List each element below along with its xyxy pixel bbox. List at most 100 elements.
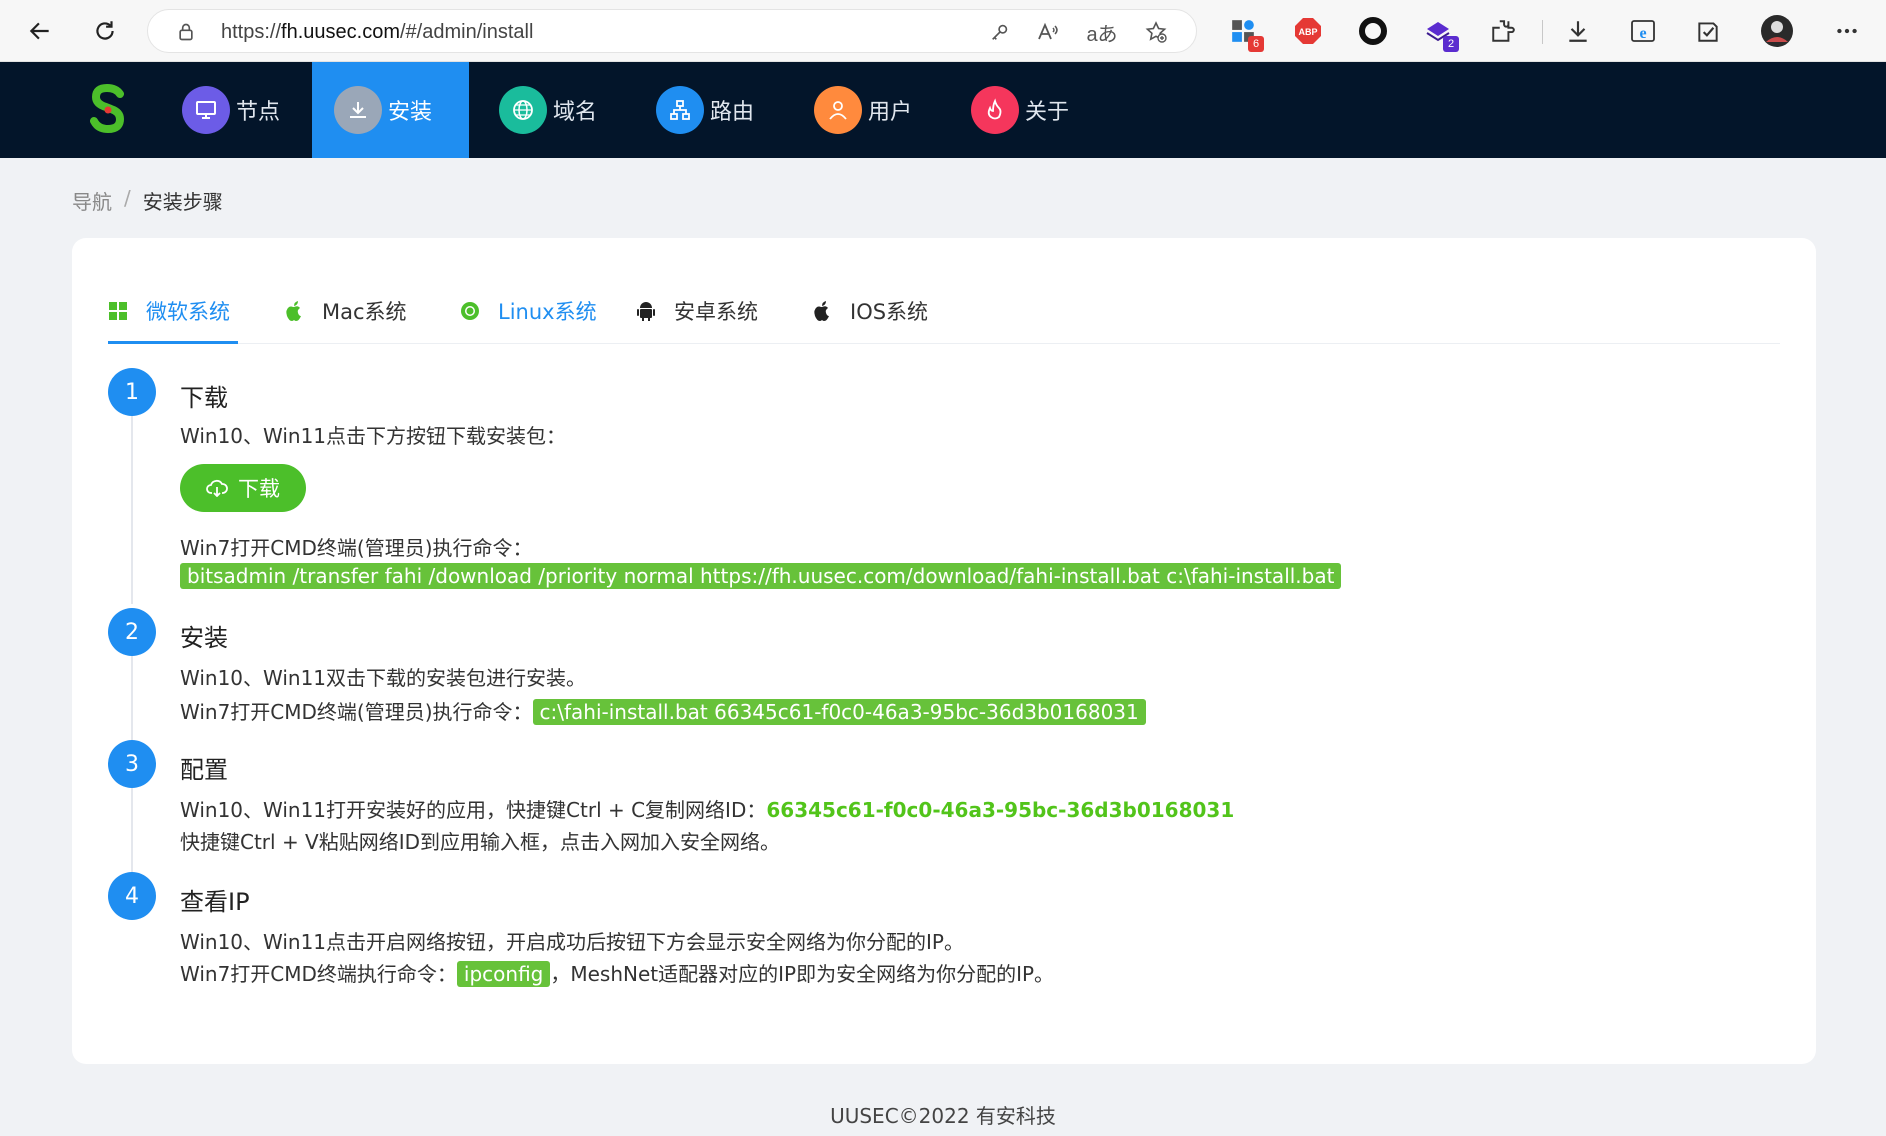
step-number: 1 (108, 368, 156, 416)
footer-copyright: UUSEC©2022 有安科技 (830, 1104, 1056, 1128)
network-id-row: Win10、Win11打开安装好的应用，快捷键Ctrl + C复制网络ID：66… (180, 794, 1234, 823)
breadcrumb-separator: / (124, 186, 131, 210)
favorite-star-icon[interactable] (1142, 18, 1170, 46)
lock-icon[interactable] (172, 18, 200, 46)
breadcrumb: 导航 / 安装步骤 (72, 186, 223, 215)
os-tabs: 微软系统 Mac系统 Linux系统 安卓系统 IOS系统 (108, 278, 1780, 344)
adblock-plus-icon[interactable]: ABP (1291, 14, 1325, 48)
tab-ios[interactable]: IOS系统 (812, 278, 928, 344)
step-number: 3 (108, 740, 156, 788)
step-number: 2 (108, 608, 156, 656)
apple-icon (814, 301, 829, 321)
downloads-icon[interactable] (1561, 14, 1595, 48)
step-title: 配置 (180, 756, 228, 784)
step-text: Win10、Win11打开安装好的应用，快捷键Ctrl + C复制网络ID： (180, 798, 767, 822)
step-title: 下载 (180, 384, 228, 412)
step-connector (131, 416, 133, 604)
svg-text:ABP: ABP (1298, 27, 1317, 37)
nav-label: 路由 (710, 100, 755, 125)
ie-mode-icon[interactable]: e (1626, 14, 1660, 48)
tab-label: Linux系统 (498, 300, 597, 324)
command-row: bitsadmin /transfer fahi /download /prio… (180, 563, 1342, 589)
step-title: 安装 (180, 624, 228, 652)
translate-icon[interactable]: aあ (1082, 18, 1122, 46)
url-host: fh.uusec.com (281, 21, 400, 43)
network-id[interactable]: 66345c61-f0c0-46a3-95bc-36d3b0168031 (766, 798, 1234, 822)
more-menu-icon[interactable] (1830, 14, 1864, 48)
nav-label: 安装 (388, 100, 433, 125)
purple-extension-icon[interactable]: 2 (1421, 14, 1459, 52)
key-icon[interactable] (986, 18, 1014, 46)
tab-label: Mac系统 (322, 300, 407, 324)
download-icon (334, 86, 382, 134)
step-text: Win7打开CMD终端(管理员)执行命令： (180, 536, 533, 560)
back-button[interactable] (22, 13, 58, 49)
extension-badge: 6 (1248, 36, 1264, 52)
step-text: 快捷键Ctrl + V粘贴网络ID到应用输入框，点击入网加入安全网络。 (180, 830, 781, 854)
breadcrumb-current: 安装步骤 (142, 190, 223, 214)
top-navigation: 节点 安装 域名 路由 用户 关于 (0, 62, 1886, 158)
download-button[interactable]: 下载 (180, 464, 306, 512)
command-code[interactable]: bitsadmin /transfer fahi /download /prio… (180, 563, 1342, 589)
command-code[interactable]: ipconfig (456, 961, 551, 987)
nav-label: 关于 (1025, 100, 1070, 125)
download-button-label: 下载 (238, 477, 280, 501)
tab-label: IOS系统 (850, 300, 929, 324)
install-card: 微软系统 Mac系统 Linux系统 安卓系统 IOS系统 1 下载 Win10… (72, 238, 1816, 1064)
url-prefix: https:// (221, 21, 282, 43)
nav-item-users[interactable]: 用户 (792, 62, 942, 158)
extension-apps-icon[interactable]: 6 (1226, 14, 1264, 52)
circle-extension-icon[interactable] (1356, 14, 1390, 48)
active-tab-indicator (108, 341, 238, 344)
chrome-icon (461, 302, 479, 320)
tab-android[interactable]: 安卓系统 (636, 278, 758, 344)
step-number: 4 (108, 872, 156, 920)
command-row: Win7打开CMD终端执行命令： ipconfig ，MeshNet适配器对应的IP… (180, 958, 1054, 987)
step-text: Win10、Win11点击开启网络按钮，开启成功后按钮下方会显示安全网络为你分配… (180, 930, 964, 954)
step-text: Win7打开CMD终端执行命令： (180, 962, 457, 986)
step-title: 查看IP (180, 888, 250, 916)
toolbar-separator (1542, 20, 1543, 44)
nav-label: 域名 (553, 100, 598, 125)
windows-icon (109, 302, 127, 320)
extension-badge: 2 (1443, 36, 1459, 52)
monitor-icon (182, 86, 230, 134)
nav-item-nodes[interactable]: 节点 (160, 62, 292, 158)
back-arrow-icon (29, 22, 49, 40)
tab-label: 微软系统 (146, 300, 230, 324)
address-bar[interactable]: https://fh.uusec.com/#/admin/install aあ (147, 9, 1197, 53)
nav-item-install[interactable]: 安装 (312, 62, 469, 158)
browser-toolbar: https://fh.uusec.com/#/admin/install aあ … (0, 0, 1886, 62)
read-aloud-icon[interactable] (1034, 18, 1062, 46)
svg-text:e: e (1639, 25, 1646, 42)
flame-icon (971, 86, 1019, 134)
refresh-icon (96, 21, 114, 40)
command-row: Win7打开CMD终端(管理员)执行命令： c:\fahi-install.bat… (180, 696, 1146, 725)
nav-label: 用户 (868, 100, 913, 125)
android-icon (637, 302, 655, 321)
step-text: Win10、Win11点击下方按钮下载安装包： (180, 424, 567, 448)
apple-icon (286, 301, 301, 321)
tab-label: 安卓系统 (674, 300, 758, 324)
cloud-download-icon (206, 479, 228, 497)
tab-mac[interactable]: Mac系统 (284, 278, 407, 344)
tab-windows[interactable]: 微软系统 (108, 278, 230, 344)
breadcrumb-home[interactable]: 导航 (72, 186, 112, 215)
performance-icon[interactable] (1691, 14, 1725, 48)
step-text: Win7打开CMD终端(管理员)执行命令： (180, 700, 533, 724)
url-text[interactable]: https://fh.uusec.com/#/admin/install (221, 21, 533, 44)
refresh-button[interactable] (87, 13, 123, 49)
app-logo[interactable] (88, 82, 128, 138)
step-text: Win10、Win11双击下载的安装包进行安装。 (180, 666, 587, 690)
nav-label: 节点 (236, 100, 281, 125)
command-code[interactable]: c:\fahi-install.bat 66345c61-f0c0-46a3-9… (532, 699, 1146, 725)
extensions-puzzle-icon[interactable] (1486, 14, 1520, 48)
url-path: /#/admin/install (399, 21, 534, 43)
step-text: ，MeshNet适配器对应的IP即为安全网络为你分配的IP。 (550, 962, 1055, 986)
nav-item-domains[interactable]: 域名 (477, 62, 627, 158)
tab-linux[interactable]: Linux系统 (460, 278, 597, 344)
nav-item-about[interactable]: 关于 (949, 62, 1099, 158)
nav-item-routes[interactable]: 路由 (634, 62, 784, 158)
globe-icon (499, 86, 547, 134)
profile-avatar[interactable] (1760, 14, 1794, 48)
